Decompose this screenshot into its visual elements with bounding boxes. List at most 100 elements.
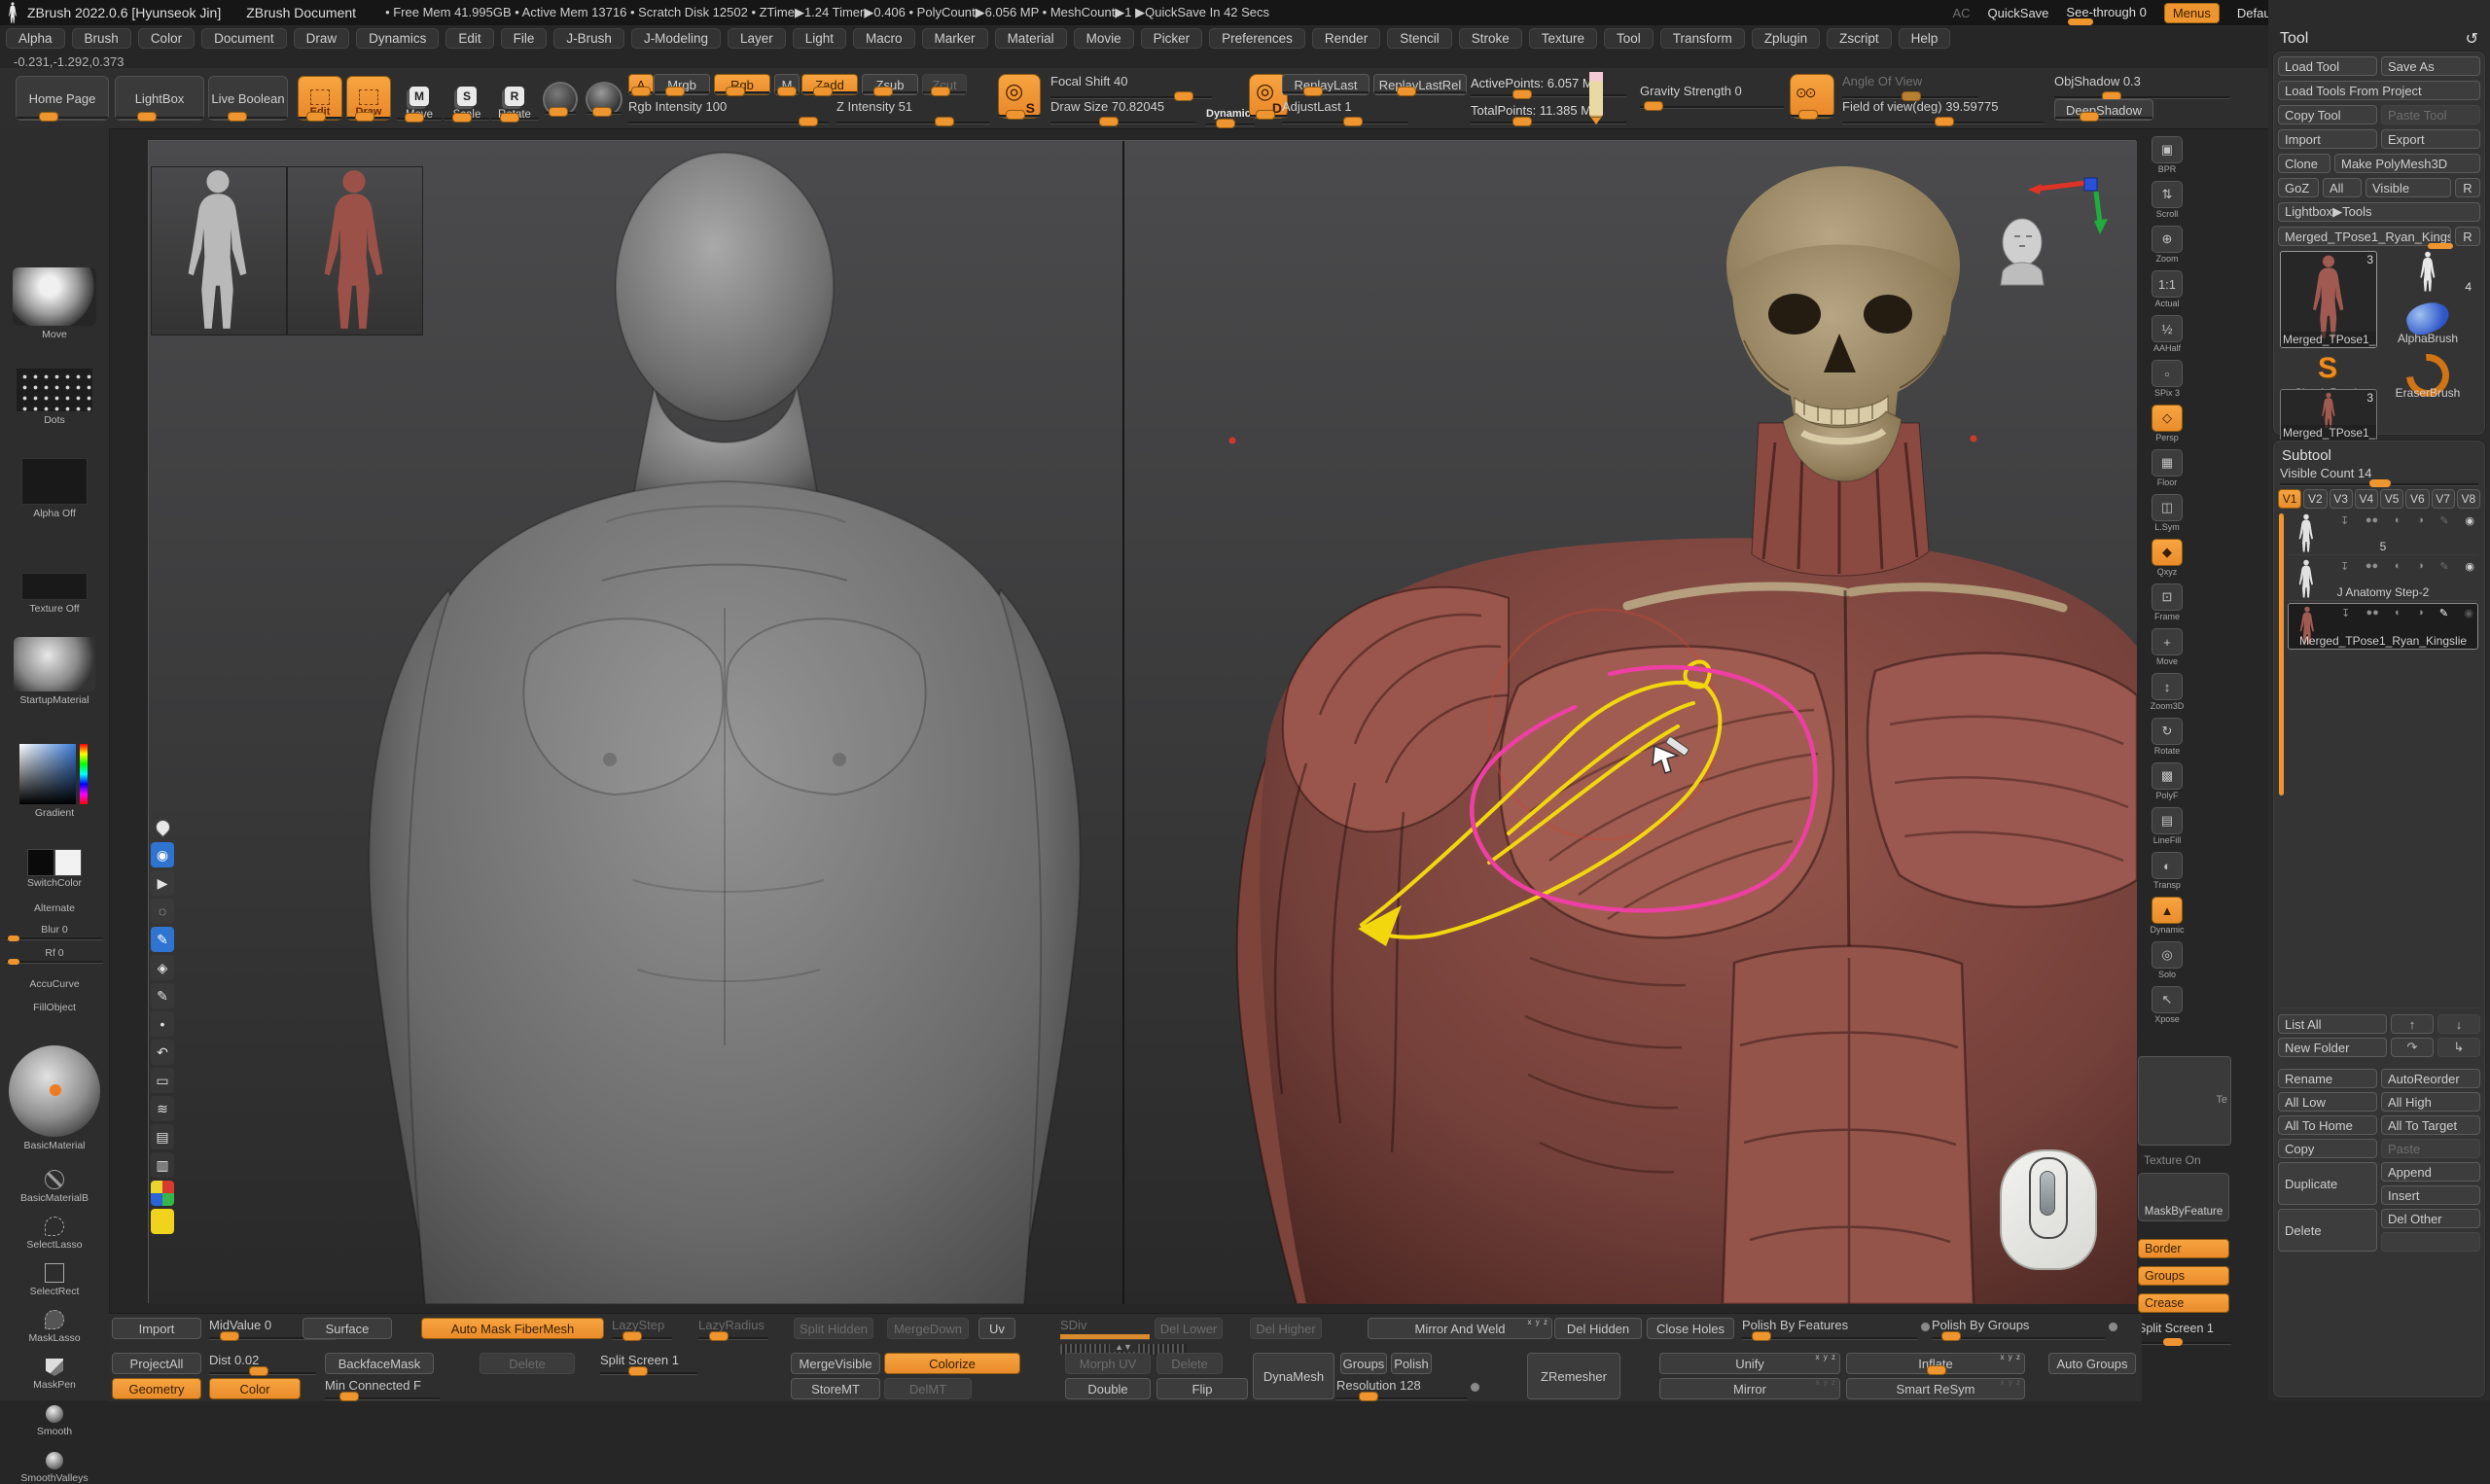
flatten-icon[interactable]: ↧ [2340, 560, 2349, 573]
right-shelf-icon[interactable]: ◎ [2152, 941, 2183, 969]
slider-knob[interactable] [1303, 87, 1323, 96]
tray-thumbnail[interactable] [9, 1045, 100, 1137]
slider-knob[interactable] [799, 117, 818, 126]
dot-button[interactable] [1470, 1382, 1480, 1393]
slider-knob[interactable] [1006, 110, 1025, 120]
del-other-button[interactable]: Del Other [2381, 1209, 2480, 1228]
tray-thumbnail[interactable] [17, 369, 92, 411]
right-shelf-button[interactable]: ◎ Solo [2144, 941, 2190, 979]
annotation-tool-icon[interactable]: ▶ [151, 870, 174, 896]
goz-visible-button[interactable]: Visible [2366, 178, 2451, 197]
slider-knob[interactable] [1927, 1365, 1946, 1375]
right-shelf-button[interactable]: ▣ BPR [2144, 136, 2190, 174]
tray-thumbnail[interactable] [45, 1310, 64, 1329]
recent-tool-thumbnail[interactable]: 3 Merged_TPose1_ [2280, 389, 2377, 442]
tray-thumbnail[interactable] [45, 1170, 64, 1189]
bottom-control[interactable]: Unify x y z [1659, 1353, 1840, 1374]
menu-item[interactable]: Picker [1141, 28, 1203, 49]
right-shelf-icon[interactable]: ▤ [2152, 807, 2183, 834]
reset-icon[interactable]: ↺ [2466, 29, 2478, 49]
right-shelf-icon[interactable]: ▣ [2152, 136, 2183, 163]
right-shelf-button[interactable]: ◫ L.Sym [2144, 494, 2190, 532]
copy-tool-button[interactable]: Copy Tool [2278, 105, 2377, 124]
menu-item[interactable]: Preferences [1209, 28, 1305, 49]
menu-item[interactable]: Stencil [1387, 28, 1452, 49]
bottom-control[interactable]: SDiv [1060, 1318, 1150, 1339]
bottom-control[interactable]: Groups [1340, 1353, 1387, 1374]
slider-knob[interactable] [935, 117, 954, 126]
crease-button[interactable]: Crease [2138, 1293, 2229, 1313]
bottom-control[interactable]: Mirror x y z [1659, 1378, 1840, 1399]
document-canvas[interactable]: ◉▶◌✎◈✎•↶▭≋▤▥ [148, 140, 2136, 1303]
bottom-control[interactable]: Min Connected F [325, 1378, 440, 1399]
quicksave-button[interactable]: QuickSave [1988, 6, 2049, 20]
shelf-control[interactable]: Draw [346, 76, 391, 121]
right-shelf-icon[interactable]: ▩ [2152, 762, 2183, 790]
shelf-control[interactable]: AdjustLast 1 [1282, 99, 1408, 124]
tray-item[interactable]: FillObject [0, 994, 109, 1013]
annotation-tool-icon[interactable]: ◌ [151, 899, 174, 924]
right-shelf-button[interactable]: ⊡ Frame [2144, 583, 2190, 621]
bottom-control[interactable]: Uv [978, 1318, 1015, 1339]
slider-knob[interactable] [452, 113, 472, 123]
tray-item[interactable]: Texture Off [0, 552, 109, 615]
bottom-control[interactable]: LazyRadius [698, 1318, 768, 1339]
tray-thumbnail[interactable] [27, 849, 82, 874]
eraserbrush-thumbnail[interactable]: EraserBrush [2381, 350, 2474, 401]
bottom-control[interactable]: Delete [1156, 1353, 1223, 1374]
shelf-control[interactable]: ReplayLast [1282, 74, 1370, 95]
menu-item[interactable]: Document [201, 28, 287, 49]
bottom-control[interactable]: MergeVisible [791, 1353, 880, 1374]
slider-knob[interactable] [622, 1331, 642, 1341]
branch-arrow-icon[interactable]: ↳ [2437, 1038, 2480, 1057]
right-shelf-icon[interactable]: 1:1 [2152, 270, 2183, 298]
shelf-control[interactable]: LightBox [115, 76, 204, 121]
right-shelf-button[interactable]: ▫ SPix 3 [2144, 360, 2190, 398]
bottom-control[interactable]: Flip [1156, 1378, 1248, 1399]
slider-knob[interactable] [1798, 110, 1818, 120]
subtool-row[interactable]: ↧ ●● ◐ ◑ ✎ ◉ Merged_TPose1_Ryan_Kingslie [2288, 603, 2478, 650]
slider-knob[interactable] [549, 107, 568, 117]
bottom-control[interactable]: Geometry [112, 1378, 201, 1399]
right-shelf-button[interactable]: ⇅ Scroll [2144, 181, 2190, 219]
clone-button[interactable]: Clone [2278, 154, 2330, 173]
shelf-control[interactable]: Rgb Intensity 100 [628, 99, 829, 124]
subtool-list-empty-area[interactable] [2278, 652, 2480, 1008]
menu-item[interactable]: Stroke [1459, 28, 1522, 49]
shelf-control[interactable]: Zsub [862, 74, 918, 95]
menus-button[interactable]: Menus [2164, 3, 2220, 23]
all-high-button[interactable]: All High [2381, 1092, 2480, 1112]
tray-item[interactable]: Dots [0, 348, 109, 426]
menu-item[interactable]: File [501, 28, 548, 49]
shelf-control[interactable]: Zadd [801, 74, 858, 95]
right-shelf-button[interactable]: ▤ LineFill [2144, 807, 2190, 845]
visibility-eye-icon[interactable]: ◉ [2464, 607, 2473, 619]
annotation-tool-icon[interactable]: ↶ [151, 1040, 174, 1065]
move-down-button[interactable]: ↓ [2437, 1014, 2480, 1034]
right-shelf-button[interactable]: ◆ Qxyz [2144, 539, 2190, 577]
bottom-control[interactable]: Resolution 128 [1336, 1378, 1467, 1399]
visibility-tab[interactable]: V4 [2355, 489, 2378, 509]
active-tool-thumbnail[interactable]: 3 Merged_TPose1_ [2280, 251, 2377, 348]
bottom-control[interactable]: Polish By Groups [1932, 1318, 2105, 1339]
right-shelf-button[interactable]: ½ AAHalf [2144, 315, 2190, 353]
slider-knob[interactable] [2080, 112, 2099, 122]
shelf-control[interactable]: DeepShadow [2054, 99, 2153, 121]
bottom-control[interactable]: Color [209, 1378, 301, 1399]
annotation-tool-icon[interactable]: ✎ [151, 927, 174, 952]
save-as-button[interactable]: Save As [2381, 56, 2480, 76]
slider-knob[interactable] [355, 112, 374, 122]
export-button[interactable]: Export [2381, 129, 2480, 149]
tray-item[interactable]: SelectLasso [0, 1208, 109, 1251]
polypaint-icon[interactable]: ●● [2366, 560, 2378, 573]
subtool-row[interactable]: ↧ ●● ◐ ◑ ✎ ◉ 5 [2288, 512, 2478, 555]
menu-item[interactable]: Render [1312, 28, 1380, 49]
slider-knob[interactable] [1752, 1331, 1771, 1341]
bottom-control[interactable]: Close Holes [1647, 1318, 1734, 1339]
slider-knob[interactable] [813, 87, 833, 96]
visibility-tab[interactable]: V8 [2457, 489, 2480, 509]
menu-item[interactable]: Zscript [1827, 28, 1892, 49]
flatten-icon[interactable]: ↧ [2340, 514, 2349, 527]
tray-thumbnail[interactable] [13, 267, 96, 326]
slider-knob[interactable] [220, 1331, 239, 1341]
